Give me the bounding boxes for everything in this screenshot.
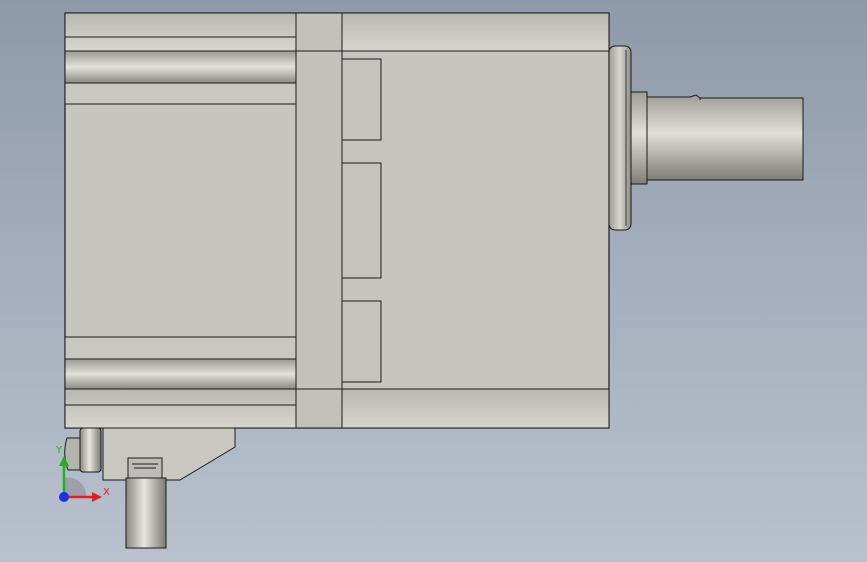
cable-stub [125,477,167,549]
output-shaft [646,94,804,181]
bottom-fin-lower [64,358,297,390]
triad-plane-icon [64,477,87,496]
triad-z-axis [59,492,69,502]
connector-bracket [102,427,236,481]
pilot-boss [630,91,648,185]
recess-panel-bottom [341,300,382,383]
top-fin-lower [64,82,297,105]
side-connector [79,427,102,473]
triad-y-label: Y [55,445,63,456]
graphics-viewport[interactable]: Y X [0,0,867,562]
bottom-fin-upper [64,336,297,360]
triad-x-arrow [92,492,102,502]
recess-panel-middle [341,162,382,279]
center-band [295,12,343,429]
model-view[interactable]: Y X [0,0,867,562]
front-flange [608,45,632,231]
recess-panel-top [341,58,382,141]
triad-x-label: X [103,487,110,498]
top-fin-upper [64,50,297,84]
